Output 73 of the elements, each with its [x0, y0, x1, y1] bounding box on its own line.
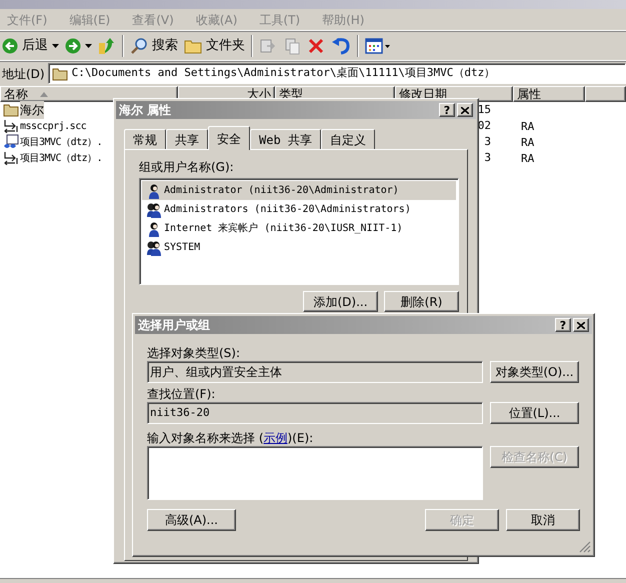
- dialog-button[interactable]: 删除(R): [384, 291, 459, 312]
- tab[interactable]: 自定义: [320, 129, 375, 149]
- close-button[interactable]: [573, 318, 589, 332]
- dialog-title: 海尔 属性: [119, 102, 172, 119]
- column-header[interactable]: 名称: [0, 86, 178, 102]
- tab[interactable]: Web 共享: [250, 129, 321, 149]
- principal-item[interactable]: Internet 来宾帐户 (niit36-20\IUSR_NIIT-1): [142, 219, 456, 238]
- help-button[interactable]: ?: [439, 103, 455, 117]
- move-to-icon[interactable]: [259, 37, 277, 55]
- help-button[interactable]: ?: [555, 318, 571, 332]
- sync-arrows-icon: [3, 151, 19, 165]
- address-field[interactable]: C:\Documents and Settings\Administrator\桌面\11111\项目3MVC（dtz）: [48, 63, 626, 84]
- names-input-field[interactable]: [147, 446, 483, 500]
- names-label: 输入对象名称来选择 (示例)(E):: [147, 430, 314, 445]
- undo-icon[interactable]: [331, 37, 351, 55]
- file-attributes: RA: [521, 152, 534, 165]
- tab[interactable]: 共享: [166, 129, 208, 149]
- list-label: 组或用户名称(G):: [139, 159, 235, 176]
- dialog-button[interactable]: 对象类型(O)...: [490, 361, 579, 383]
- project-file-icon: [3, 134, 19, 150]
- file-date: 15: [478, 102, 491, 118]
- folders-button[interactable]: 文件夹: [184, 36, 245, 56]
- principal-item[interactable]: Administrator (niit36-20\Administrator): [142, 181, 456, 200]
- copy-to-icon[interactable]: [283, 37, 301, 55]
- principals-list[interactable]: Administrator (niit36-20\Administrator) Administrators (niit36-20\Administrators) Internet 来宾帐户 (niit36-20\IUSR_NIIT-1) SYSTEM: [139, 178, 459, 285]
- dialog-title: 选择用户或组: [138, 317, 210, 334]
- file-date: 3: [484, 150, 491, 166]
- folder-icon: [184, 38, 202, 54]
- file-date: 3: [484, 134, 491, 150]
- delete-icon[interactable]: [307, 37, 325, 55]
- principal-name: Internet 来宾帐户 (niit36-20\IUSR_NIIT-1): [164, 222, 403, 236]
- dialog-button[interactable]: 位置(L)...: [490, 402, 579, 424]
- file-attributes: RA: [521, 120, 534, 133]
- principal-item[interactable]: SYSTEM: [142, 238, 456, 257]
- sort-arrow-icon: [40, 92, 48, 96]
- views-icon[interactable]: [365, 37, 391, 55]
- user-group-icon: [146, 240, 162, 256]
- sync-arrows-icon: [3, 119, 19, 133]
- tab[interactable]: 常规: [124, 129, 166, 149]
- principal-name: Administrators (niit36-20\Administrators): [164, 203, 411, 217]
- text-field[interactable]: niit36-20: [147, 402, 483, 424]
- dialog-button[interactable]: 取消: [506, 509, 580, 531]
- dropdown-caret-icon[interactable]: [85, 44, 92, 48]
- user-group-icon: [146, 202, 162, 218]
- folder-up-icon[interactable]: [98, 37, 116, 55]
- file-name[interactable]: 项目3MVC（dtz）.: [20, 134, 102, 150]
- column-header[interactable]: 属性: [513, 86, 585, 102]
- back-button[interactable]: 后退: [2, 36, 48, 56]
- close-button[interactable]: [457, 103, 473, 117]
- principal-item[interactable]: Administrators (niit36-20\Administrators): [142, 200, 456, 219]
- dialog-button[interactable]: 高级(A)...: [147, 509, 236, 531]
- dropdown-caret-icon[interactable]: [52, 44, 59, 48]
- text-field[interactable]: 用户、组或内置安全主体: [147, 361, 483, 383]
- user-icon: [146, 182, 162, 198]
- close-icon: [461, 106, 469, 114]
- dialog-button[interactable]: 添加(D)...: [303, 291, 378, 312]
- user-icon: [146, 220, 162, 236]
- field-label: 选择对象类型(S):: [147, 345, 242, 360]
- field-label: 查找位置(F):: [147, 386, 216, 401]
- close-icon: [577, 322, 585, 328]
- file-attributes: RA: [521, 136, 534, 149]
- example-link[interactable]: 示例: [264, 431, 288, 445]
- file-name[interactable]: 海尔: [20, 101, 44, 119]
- search-icon: [130, 37, 148, 55]
- folder-icon: [52, 66, 68, 80]
- file-name[interactable]: 项目3MVC（dtz）.: [20, 150, 102, 166]
- search-button[interactable]: 搜索: [130, 36, 178, 56]
- principal-name: Administrator (niit36-20\Administrator): [164, 184, 399, 198]
- tab[interactable]: 安全: [208, 126, 250, 150]
- file-name[interactable]: mssccprj.scc: [20, 118, 86, 134]
- resize-grip-icon: [579, 541, 591, 553]
- principal-name: SYSTEM: [164, 241, 200, 255]
- address-label: 地址(D): [2, 66, 45, 82]
